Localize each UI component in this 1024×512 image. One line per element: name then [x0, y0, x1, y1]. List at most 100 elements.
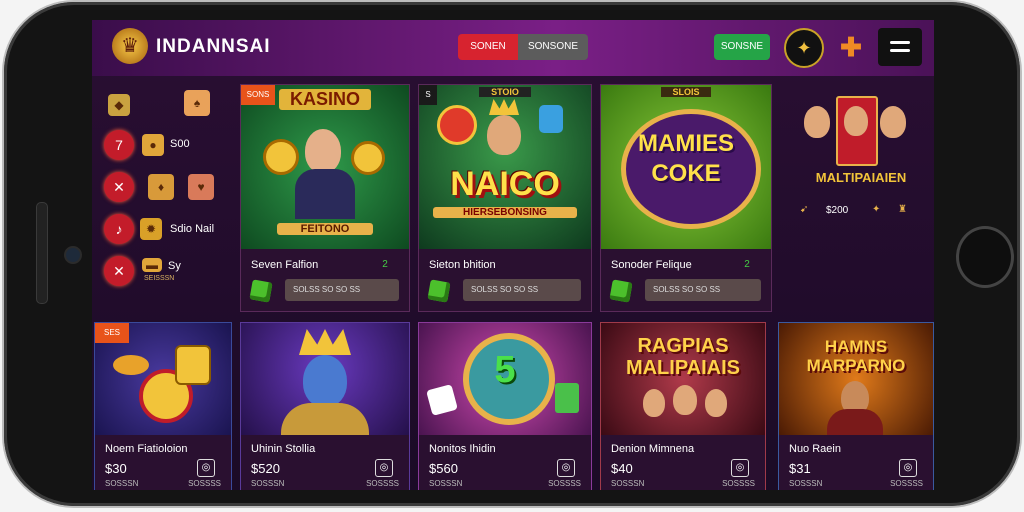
info-icon[interactable]: ◎ [731, 459, 749, 477]
character-face [804, 106, 830, 138]
character-face [487, 115, 521, 155]
sidebar-label[interactable]: S00 [170, 138, 190, 150]
character-face [844, 106, 868, 136]
gear-icon[interactable]: ✹ [140, 218, 162, 240]
game-sub: SOSSSN [105, 479, 139, 488]
game-card[interactable]: SES Noem Fiatioloion $30 SOSSSN ◎ SOSSSS [94, 322, 232, 490]
crown-logo-icon[interactable]: ♛ [112, 28, 148, 64]
game-sub: SOSSSN [789, 479, 823, 488]
music-icon[interactable]: ♪ [104, 214, 134, 244]
game-banner: FEITONO [277, 223, 373, 235]
slot-icon[interactable]: 7 [104, 130, 134, 160]
shield-icon [539, 105, 563, 133]
chart-icon: ✦ [872, 204, 881, 215]
header-bar: ♛ INDANNSAI SONEN SONSONE SONSNE ✦ ✚ [92, 20, 934, 76]
promo-panel[interactable]: MALTIPAIAIEN ➹ $200 ✦ ♜ [788, 84, 934, 244]
game-sub: SOSSSN [611, 479, 645, 488]
brand-name[interactable]: INDANNSAI [156, 36, 271, 58]
character-face [303, 355, 347, 407]
profile-avatar-icon[interactable]: ✦ [784, 28, 824, 68]
gold-bar-icon[interactable]: ▬ [142, 258, 162, 272]
info-icon[interactable]: ◎ [197, 459, 215, 477]
coin-icon [263, 139, 299, 175]
game-price: $560 [429, 461, 458, 476]
game-art: S STOIO NAICO HIERSEBONSING [419, 85, 591, 249]
coin-icon[interactable]: ● [142, 134, 164, 156]
promo-price: $200 [826, 205, 849, 216]
game-price: $30 [105, 461, 127, 476]
game-price: $520 [251, 461, 280, 476]
coin-icon [113, 355, 149, 375]
game-art: SLOIS MAMIES COKE [601, 85, 771, 249]
tab-right-button[interactable]: SONSONE [518, 34, 588, 60]
character-face [305, 129, 341, 173]
character-body [295, 169, 355, 219]
card-icon[interactable]: ♥ [188, 174, 214, 200]
game-art: 5 [419, 323, 591, 435]
game-title-art: RAGPIAS MALIPAIAIS [625, 335, 741, 379]
sidebar-label[interactable]: Sy [168, 260, 181, 272]
game-art: RAGPIAS MALIPAIAIS [601, 323, 765, 435]
card-icon[interactable]: ♦ [148, 174, 174, 200]
game-caption: Nuo Raein [789, 443, 841, 455]
game-sub2: SOSSSS [188, 479, 221, 488]
sidebar-sub: SEISSSN [144, 275, 175, 282]
info-icon[interactable]: ◎ [899, 459, 917, 477]
info-icon[interactable]: ◎ [375, 459, 393, 477]
game-sub2: SOSSSS [890, 479, 923, 488]
home-button[interactable] [956, 226, 1014, 288]
sidebar-label[interactable]: Sdio Nail [170, 223, 214, 235]
diamond-icon[interactable]: ◆ [108, 94, 130, 116]
coin-icon [351, 141, 385, 175]
game-art: SONS KASINO FEITONO [241, 85, 409, 249]
game-sub2: SOSSSS [548, 479, 581, 488]
game-title-art: MAMIES COKE [638, 130, 734, 187]
phone-camera [64, 246, 82, 264]
promo-title: MALTIPAIAIEN [815, 170, 907, 185]
game-card[interactable]: HAMNS MARPARNO Nuo Raein $31 SOSSSN ◎ SO… [778, 322, 934, 490]
game-top-label: SLOIS [661, 87, 711, 97]
sidebar: ◆ ♠ 7 ● S00 ✕ ♦ ♥ ♪ ✹ Sdio Nail ✕ ▬ Sy S… [92, 76, 234, 316]
game-caption: Nonitos Ihidin [429, 443, 496, 455]
game-sub2: SOSSSS [722, 479, 755, 488]
crown-icon [489, 99, 519, 115]
game-art: HAMNS MARPARNO [779, 323, 933, 435]
ribbon-badge: S [419, 85, 437, 105]
game-badge: 2 [744, 259, 750, 270]
game-card[interactable]: SLOIS MAMIES COKE Sonoder Felique 2 SOLS… [600, 84, 772, 312]
trophy-icon: ♜ [898, 204, 907, 215]
tab-left-button[interactable]: SONEN [458, 34, 518, 60]
game-card[interactable]: 5 Nonitos Ihidin $560 SOSSSN ◎ SOSSSS [418, 322, 592, 490]
game-price: $40 [611, 461, 633, 476]
app-screen: ♛ INDANNSAI SONEN SONSONE SONSNE ✦ ✚ ◆ ♠… [92, 20, 934, 490]
game-caption: Noem Fiatioloion [105, 443, 188, 455]
game-title-art: KASINO [279, 89, 371, 110]
character-body [827, 409, 883, 435]
ribbon-badge: SONS [241, 85, 275, 105]
card-icon[interactable]: ♠ [184, 90, 210, 116]
game-title-art: HAMNS MARPARNO [806, 337, 906, 375]
close-icon[interactable]: ✕ [104, 256, 134, 286]
menu-bar-icon [890, 41, 910, 44]
menu-button[interactable] [878, 28, 922, 66]
game-caption: Uhinin Stollia [251, 443, 316, 455]
add-icon[interactable]: ✚ [838, 34, 864, 60]
info-icon[interactable]: ◎ [557, 459, 575, 477]
game-card[interactable]: SONS KASINO FEITONO Seven Falfion 2 SOLS… [240, 84, 410, 312]
character-face [643, 389, 665, 417]
game-card[interactable]: RAGPIAS MALIPAIAIS Denion Mimnena $40 SO… [600, 322, 766, 490]
ribbon-badge: SES [95, 323, 129, 343]
game-price: $31 [789, 461, 811, 476]
game-sub: SOSSSN [429, 479, 463, 488]
phone-speaker [36, 202, 48, 304]
cross-icon[interactable]: ✕ [104, 172, 134, 202]
game-card[interactable]: Uhinin Stollia $520 SOSSSN ◎ SOSSSS [240, 322, 410, 490]
game-title-art: NAICO [450, 165, 560, 203]
menu-bar-icon [890, 49, 910, 52]
game-badge: 2 [382, 259, 388, 270]
green-action-button[interactable]: SONSNE [714, 34, 770, 60]
card-icon [555, 383, 579, 413]
coin-stack-icon [175, 345, 211, 385]
game-art: SES [95, 323, 231, 435]
game-card[interactable]: S STOIO NAICO HIERSEBONSING Sieton bhiti… [418, 84, 592, 312]
